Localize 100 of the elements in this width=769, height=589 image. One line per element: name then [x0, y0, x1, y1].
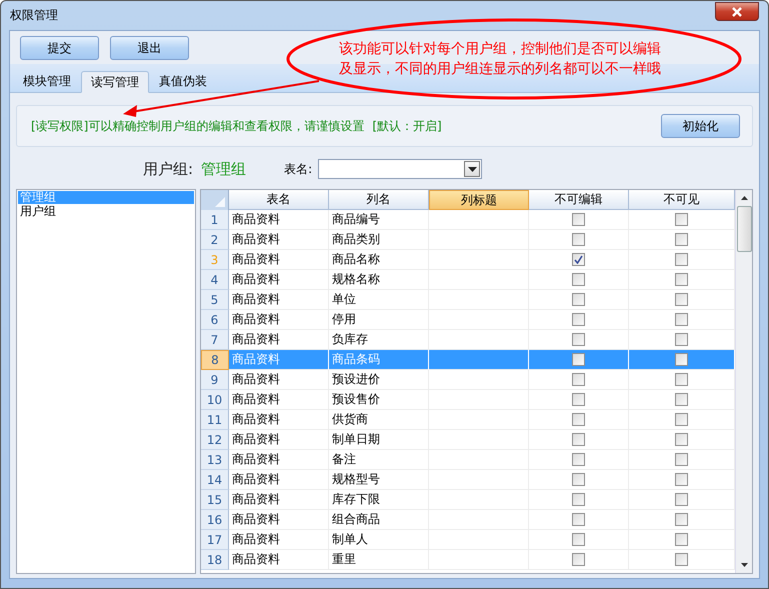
- row-number: 9: [201, 370, 229, 390]
- tab[interactable]: 真值伪装: [149, 70, 217, 92]
- checkbox[interactable]: [572, 353, 585, 366]
- row-number: 13: [201, 450, 229, 470]
- checkbox[interactable]: [675, 333, 688, 346]
- tab[interactable]: 模块管理: [13, 70, 81, 92]
- column-header[interactable]: 列标题: [429, 190, 529, 210]
- table-cell: 商品资料: [229, 470, 329, 490]
- checkbox[interactable]: [572, 473, 585, 486]
- row-number: 6: [201, 310, 229, 330]
- checkbox[interactable]: [675, 273, 688, 286]
- close-button[interactable]: [715, 2, 759, 21]
- checkbox[interactable]: [572, 273, 585, 286]
- close-icon: [730, 6, 744, 16]
- checkbox[interactable]: [572, 253, 585, 266]
- checkbox[interactable]: [675, 493, 688, 506]
- checkbox[interactable]: [675, 513, 688, 526]
- checkbox[interactable]: [572, 513, 585, 526]
- table-cell: 供货商: [329, 410, 429, 430]
- table-cell: 重里: [329, 550, 429, 570]
- checkbox[interactable]: [572, 553, 585, 566]
- checkbox[interactable]: [572, 333, 585, 346]
- checkbox[interactable]: [572, 313, 585, 326]
- checkbox[interactable]: [572, 453, 585, 466]
- annotation-text: 该功能可以针对每个用户组，控制他们是否可以编辑 及显示，不同的用户组连显示的列名都可以不一样哦: [339, 40, 661, 79]
- table-cell: 商品编号: [329, 210, 429, 230]
- checkbox[interactable]: [572, 373, 585, 386]
- row-number: 8: [201, 350, 229, 370]
- table-cell: 商品条码: [329, 350, 429, 370]
- checkbox[interactable]: [675, 533, 688, 546]
- row-number: 12: [201, 430, 229, 450]
- scroll-up-icon: [740, 196, 748, 200]
- column-header[interactable]: 表名: [229, 190, 329, 210]
- group-item[interactable]: 用户组: [18, 205, 194, 218]
- row-number: 18: [201, 550, 229, 570]
- checkbox[interactable]: [675, 413, 688, 426]
- scroll-thumb[interactable]: [736, 206, 752, 252]
- table-cell: 预设进价: [329, 370, 429, 390]
- select-all-corner[interactable]: [201, 190, 229, 210]
- checkbox[interactable]: [572, 213, 585, 226]
- checkbox[interactable]: [675, 433, 688, 446]
- column-header[interactable]: 不可见: [629, 190, 735, 210]
- table-cell: 预设售价: [329, 390, 429, 410]
- tab[interactable]: 读写管理: [81, 71, 149, 93]
- table-cell: 规格名称: [329, 270, 429, 290]
- checkbox[interactable]: [675, 213, 688, 226]
- checkbox[interactable]: [675, 393, 688, 406]
- row-number: 5: [201, 290, 229, 310]
- checkbox[interactable]: [675, 353, 688, 366]
- table-cell: 商品资料: [229, 250, 329, 270]
- table-cell: 商品资料: [229, 350, 329, 370]
- reset-button[interactable]: 初始化: [661, 114, 740, 138]
- scrollbar[interactable]: [735, 190, 752, 573]
- table-cell: 停用: [329, 310, 429, 330]
- checkbox[interactable]: [572, 433, 585, 446]
- table-cell: 商品资料: [229, 230, 329, 250]
- row-number: 10: [201, 390, 229, 410]
- column-header[interactable]: 不可编辑: [529, 190, 629, 210]
- column-header[interactable]: 列名: [329, 190, 429, 210]
- checkbox[interactable]: [572, 493, 585, 506]
- table-cell: 商品资料: [229, 370, 329, 390]
- toolbar-button[interactable]: 退出: [110, 36, 189, 60]
- user-group-label: 用户组:: [143, 160, 194, 178]
- toolbar-button[interactable]: 提交: [20, 36, 99, 60]
- table-name-dropdown[interactable]: [318, 159, 482, 179]
- checkbox[interactable]: [572, 393, 585, 406]
- row-number: 3: [201, 250, 229, 270]
- checkbox[interactable]: [572, 293, 585, 306]
- table-cell: 商品资料: [229, 410, 329, 430]
- table-cell: 商品资料: [229, 310, 329, 330]
- row-number: 11: [201, 410, 229, 430]
- checkbox[interactable]: [675, 253, 688, 266]
- row-number: 17: [201, 530, 229, 550]
- checkbox[interactable]: [675, 473, 688, 486]
- corner-triangle-icon: [215, 197, 225, 207]
- table-cell: 商品资料: [229, 530, 329, 550]
- checkbox[interactable]: [675, 373, 688, 386]
- row-number: 15: [201, 490, 229, 510]
- checkbox[interactable]: [572, 233, 585, 246]
- row-number: 14: [201, 470, 229, 490]
- table-cell: 商品资料: [229, 490, 329, 510]
- scroll-down-icon: [740, 563, 748, 567]
- table-cell: 商品资料: [229, 290, 329, 310]
- table-cell: 商品类别: [329, 230, 429, 250]
- checkbox[interactable]: [675, 233, 688, 246]
- checkbox[interactable]: [572, 533, 585, 546]
- table-cell: 规格型号: [329, 470, 429, 490]
- checkbox[interactable]: [675, 293, 688, 306]
- table-cell: 库存下限: [329, 490, 429, 510]
- table-cell: 单位: [329, 290, 429, 310]
- checkbox[interactable]: [675, 313, 688, 326]
- table-cell: 组合商品: [329, 510, 429, 530]
- window-title: 权限管理: [10, 7, 58, 24]
- table-cell: 备注: [329, 450, 429, 470]
- table-cell: 商品资料: [229, 450, 329, 470]
- checkbox[interactable]: [572, 413, 585, 426]
- checkbox[interactable]: [675, 553, 688, 566]
- checkbox[interactable]: [675, 453, 688, 466]
- table-cell: 商品资料: [229, 550, 329, 570]
- table-cell: 制单人: [329, 530, 429, 550]
